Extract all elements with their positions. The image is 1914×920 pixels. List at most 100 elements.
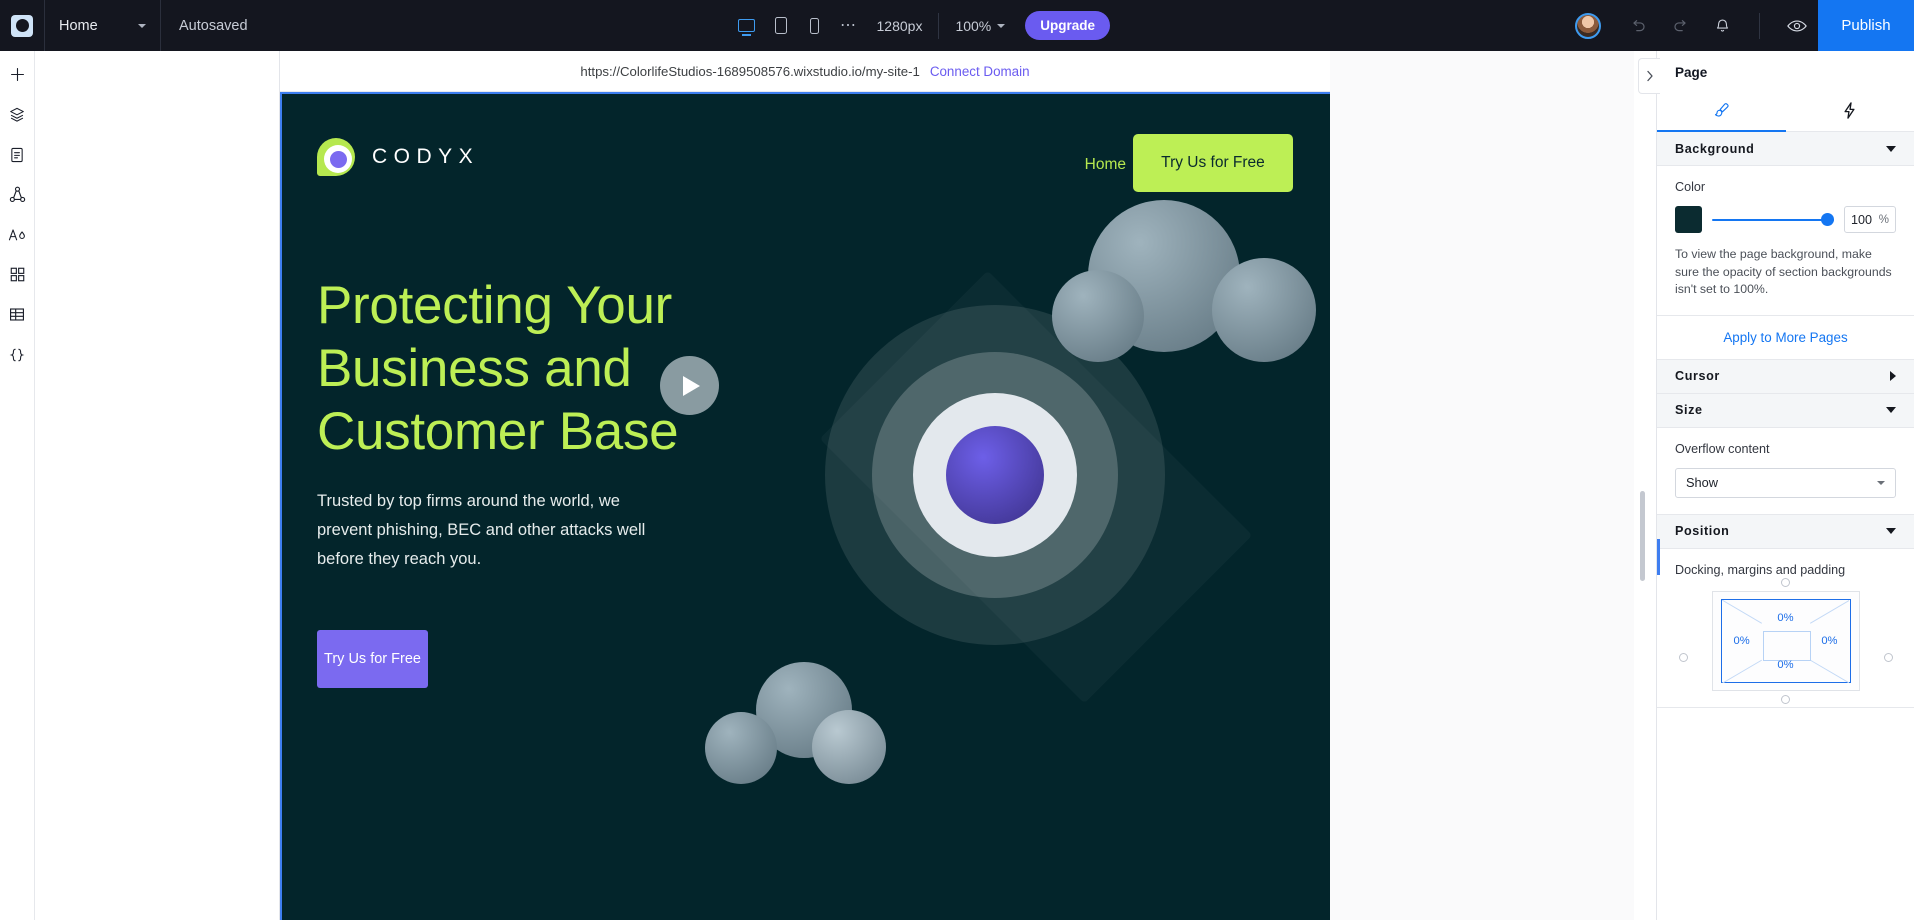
device-controls: ⋯ 1280px [731, 10, 923, 42]
chevron-down-icon [997, 23, 1006, 28]
sidebar-item-dev-mode[interactable] [2, 339, 33, 370]
paintbrush-icon [1714, 103, 1729, 117]
avatar[interactable] [1575, 12, 1602, 39]
section-header-size[interactable]: Size [1657, 393, 1914, 428]
overflow-content-select[interactable]: Show [1675, 467, 1896, 498]
padding-right-value[interactable]: 0% [1821, 635, 1837, 647]
site-logo[interactable]: CODYX [317, 138, 479, 176]
color-controls: 100 % [1675, 206, 1896, 233]
sidebar-item-theme[interactable] [2, 219, 33, 250]
section-title-cursor: Cursor [1675, 369, 1720, 383]
opacity-input[interactable]: 100 % [1844, 206, 1896, 233]
tab-design[interactable] [1657, 90, 1786, 132]
padding-bottom-value[interactable]: 0% [1777, 659, 1793, 671]
apps-grid-icon [10, 267, 24, 282]
section-body-position: Docking, margins and padding 0% 0% 0% 0% [1657, 549, 1914, 708]
viewport-width-label: 1280px [876, 17, 923, 34]
section-body-size: Overflow content Show [1657, 428, 1914, 515]
more-devices-button[interactable]: ⋯ [833, 10, 865, 42]
docking-label: Docking, margins and padding [1675, 562, 1846, 577]
wix-studio-logo-icon [11, 14, 33, 37]
sidebar-item-site-structure[interactable] [2, 179, 33, 210]
redo-button[interactable] [1666, 12, 1694, 40]
section-body-background: Color 100 % To view the page background,… [1657, 166, 1914, 316]
toolbar-divider-1 [938, 12, 940, 39]
dock-anchor-bottom[interactable] [1781, 694, 1790, 704]
device-mobile-button[interactable] [799, 10, 831, 42]
notifications-button[interactable] [1708, 12, 1736, 40]
site-brand-name: CODYX [372, 145, 480, 168]
sidebar-item-pages[interactable] [2, 139, 33, 170]
chevron-right-icon [1890, 371, 1896, 381]
canvas-scrollbar[interactable] [1640, 491, 1645, 581]
zoom-level-label: 100% [955, 17, 992, 34]
dock-anchor-top[interactable] [1781, 577, 1790, 587]
sidebar-item-cms[interactable] [2, 299, 33, 330]
site-header: CODYX Home Try Us for Free [280, 120, 1330, 200]
cloud-shape [705, 712, 777, 784]
opacity-slider[interactable] [1712, 213, 1834, 227]
tab-interactions[interactable] [1786, 90, 1914, 131]
page-selector[interactable]: Home [45, 0, 161, 51]
padding-left-value[interactable]: 0% [1734, 635, 1750, 647]
site-header-cta-button[interactable]: Try Us for Free [1133, 134, 1293, 192]
apply-to-more-pages-link[interactable]: Apply to More Pages [1723, 330, 1847, 345]
collapse-panel-button[interactable] [1638, 58, 1660, 94]
undo-button[interactable] [1624, 12, 1652, 40]
site-nav-link-home[interactable]: Home [1085, 156, 1126, 174]
opacity-slider-knob[interactable] [1821, 213, 1834, 226]
eye-and-clouds-illustration [660, 162, 1330, 842]
device-tablet-button[interactable] [765, 10, 797, 42]
connect-domain-link[interactable]: Connect Domain [930, 64, 1030, 79]
chevron-down-icon [1877, 480, 1885, 485]
bell-icon [1716, 18, 1728, 32]
cloud-shape [1052, 270, 1144, 362]
sidebar-item-layers[interactable] [2, 99, 33, 130]
eye-pupil [946, 426, 1044, 524]
dock-anchor-right[interactable] [1883, 652, 1893, 662]
section-header-cursor[interactable]: Cursor [1657, 359, 1914, 394]
docking-inner-box[interactable]: 0% 0% 0% 0% [1720, 598, 1851, 683]
chevron-down-icon [1886, 528, 1896, 534]
dock-anchor-left[interactable] [1678, 652, 1688, 662]
desktop-icon [738, 19, 756, 36]
sidebar-item-add[interactable] [2, 59, 33, 90]
opacity-value: 100 [1851, 212, 1873, 227]
zoom-selector[interactable]: 100% [955, 17, 1006, 34]
overflow-content-value: Show [1686, 475, 1719, 490]
section-title-background: Background [1675, 141, 1755, 156]
hero-cta-button[interactable]: Try Us for Free [317, 630, 428, 688]
upgrade-button[interactable]: Upgrade [1025, 11, 1111, 40]
mobile-icon [809, 17, 820, 34]
canvas-area: Desktop (Primary) https://ColorlifeStudi… [280, 51, 1645, 920]
sidebar-item-apps[interactable] [2, 259, 33, 290]
table-icon [10, 308, 24, 321]
page-title: Page [1675, 65, 1708, 80]
page-icon [11, 147, 23, 162]
codyx-logo-icon [317, 138, 355, 176]
publish-button[interactable]: Publish [1818, 0, 1914, 51]
site-preview[interactable]: CODYX Home Try Us for Free Protecting Yo… [280, 92, 1330, 920]
section-header-background[interactable]: Background [1657, 132, 1914, 166]
opacity-slider-track [1712, 218, 1834, 221]
wix-studio-logo-button[interactable] [0, 0, 45, 51]
autosaved-status: Autosaved [179, 17, 248, 34]
selection-border-top [280, 92, 1330, 94]
cloud-shape [812, 710, 886, 784]
chevron-right-icon [1646, 70, 1653, 82]
preview-button[interactable] [1783, 12, 1811, 40]
section-header-position[interactable]: Position [1657, 514, 1914, 549]
site-url-bar: https://ColorlifeStudios-1689508576.wixs… [280, 51, 1330, 92]
lightning-bolt-icon [1844, 102, 1855, 119]
inspector-tabs [1657, 90, 1914, 132]
opacity-unit: % [1878, 213, 1889, 226]
selection-border-left [280, 92, 282, 920]
padding-top-value[interactable]: 0% [1777, 612, 1793, 624]
section-title-size: Size [1675, 403, 1703, 417]
chevron-down-icon [138, 23, 146, 28]
section-title-position: Position [1675, 524, 1730, 538]
device-desktop-button[interactable] [731, 10, 763, 42]
redo-icon [1673, 20, 1686, 32]
docking-core-box [1762, 630, 1811, 661]
background-color-swatch[interactable] [1675, 206, 1702, 233]
